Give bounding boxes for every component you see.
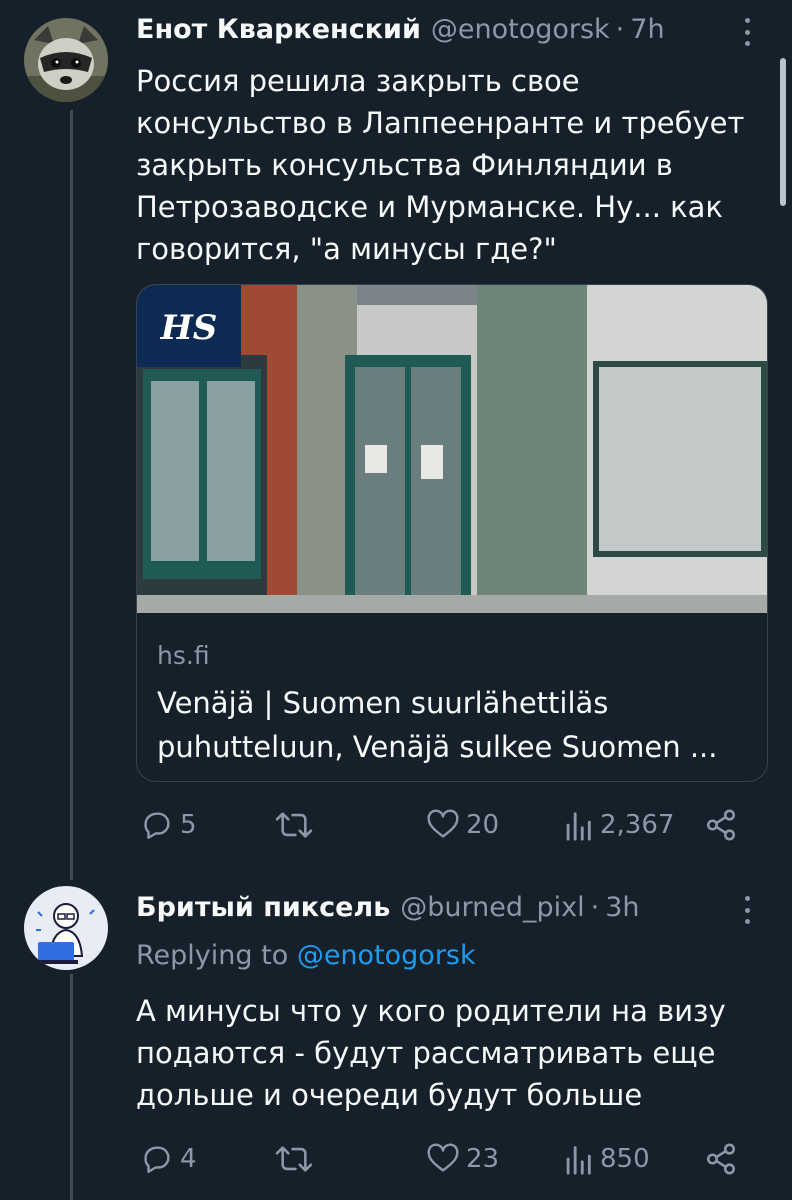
like-count: 20 bbox=[466, 810, 500, 840]
separator-dot: · bbox=[615, 14, 625, 45]
retweet-button[interactable] bbox=[274, 808, 320, 842]
author-handle[interactable]: @enotogorsk bbox=[431, 14, 610, 45]
replying-to: Replying to @enotogorsk bbox=[136, 940, 476, 971]
mention-link[interactable]: @enotogorsk bbox=[297, 940, 476, 971]
like-icon bbox=[427, 1143, 459, 1172]
reply-count: 4 bbox=[180, 1144, 197, 1174]
views-button[interactable]: 2,367 bbox=[562, 808, 674, 842]
tweet-text: Россия решила закрыть свое консульство в… bbox=[136, 64, 745, 266]
reply-icon bbox=[144, 1146, 170, 1173]
more-icon[interactable] bbox=[742, 18, 752, 46]
views-count: 2,367 bbox=[600, 810, 675, 840]
retweet-button[interactable] bbox=[274, 1142, 320, 1176]
share-icon bbox=[706, 1143, 736, 1175]
like-button[interactable]: 23 bbox=[426, 1142, 499, 1176]
author-name[interactable]: Енот Кваркенский bbox=[136, 14, 421, 45]
card-image: HS bbox=[137, 285, 767, 613]
share-icon bbox=[706, 809, 736, 841]
tweet-time[interactable]: 7h bbox=[630, 14, 664, 45]
views-count: 850 bbox=[600, 1144, 650, 1174]
share-button[interactable] bbox=[704, 1142, 738, 1176]
link-card[interactable]: HS hs.fi Venäjä | Suomen suurlähettiläs … bbox=[136, 284, 768, 782]
views-icon bbox=[566, 1146, 591, 1175]
scrollbar-thumb[interactable] bbox=[780, 58, 786, 206]
card-domain: hs.fi bbox=[157, 641, 210, 670]
reply-count: 5 bbox=[180, 810, 197, 840]
like-button[interactable]: 20 bbox=[426, 808, 499, 842]
views-icon bbox=[566, 812, 591, 841]
views-button[interactable]: 850 bbox=[562, 1142, 650, 1176]
reply-button[interactable]: 5 bbox=[140, 808, 197, 842]
card-title[interactable]: Venäjä | Suomen suurlähettiläs puhuttelu… bbox=[157, 681, 749, 769]
retweet-icon bbox=[275, 1146, 313, 1172]
reply-icon bbox=[144, 812, 170, 839]
tweet-time[interactable]: 3h bbox=[605, 892, 639, 923]
retweet-icon bbox=[275, 812, 313, 838]
avatar[interactable] bbox=[24, 18, 108, 102]
thread-line bbox=[70, 974, 73, 1200]
more-icon[interactable] bbox=[742, 896, 752, 924]
reply-button[interactable]: 4 bbox=[140, 1142, 197, 1176]
author-handle[interactable]: @burned_pixl bbox=[400, 892, 584, 923]
share-button[interactable] bbox=[704, 808, 738, 842]
separator-dot: · bbox=[590, 892, 600, 923]
svg-text:HS: HS bbox=[160, 308, 218, 348]
like-count: 23 bbox=[466, 1144, 500, 1174]
replying-label: Replying to bbox=[136, 940, 289, 971]
thread-line bbox=[70, 110, 73, 880]
avatar[interactable] bbox=[24, 886, 108, 970]
tweet-text: А минусы что у кого родители на визу под… bbox=[136, 994, 726, 1112]
author-name[interactable]: Бритый пиксель bbox=[136, 892, 390, 923]
like-icon bbox=[427, 809, 459, 838]
